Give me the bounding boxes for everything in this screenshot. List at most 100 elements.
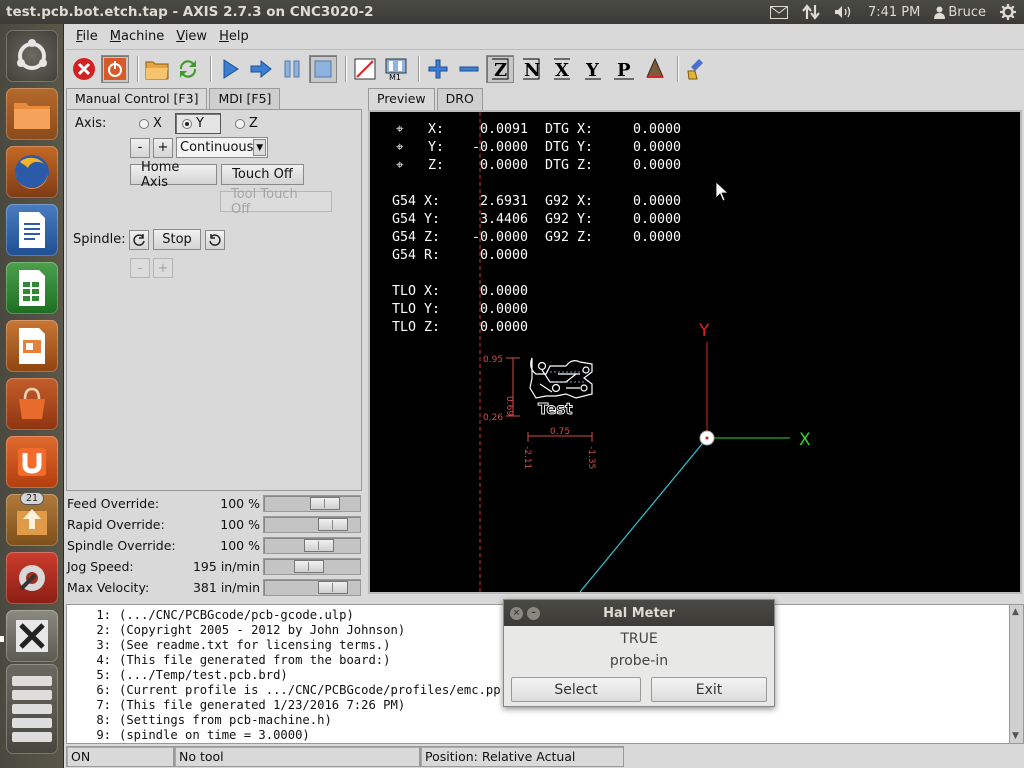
zoom-in-icon[interactable] — [424, 55, 452, 83]
homed-icon: ⌖ — [396, 122, 404, 137]
calc-icon[interactable] — [6, 262, 58, 314]
gcode-line[interactable]: 3: (See readme.txt for licensing terms.) — [67, 638, 390, 653]
dim-width-label: 0.75 — [550, 427, 570, 437]
spindle-stop-button[interactable]: Stop — [153, 229, 201, 250]
settings-icon[interactable] — [6, 552, 58, 604]
step-icon[interactable] — [247, 55, 275, 83]
touch-off-button[interactable]: Touch Off — [221, 164, 304, 185]
axis-x-radio[interactable]: X — [133, 114, 175, 133]
max-velocity: Max Velocity: 381 in/min — [66, 577, 362, 598]
files-icon[interactable] — [6, 88, 58, 140]
tool-touch-off-button[interactable]: Tool Touch Off — [220, 187, 332, 217]
software-center-icon[interactable] — [6, 378, 58, 430]
gcode-line[interactable]: 9: (spindle on time = 3.0000) — [67, 728, 309, 743]
homed-icon: ⌖ — [396, 140, 404, 155]
x-axis-label: X — [799, 430, 811, 450]
ubuntu-one-icon[interactable] — [6, 436, 58, 488]
view-x-icon[interactable]: X — [548, 55, 576, 83]
home-axis-button[interactable]: Home Axis — [130, 160, 217, 190]
hal-meter-pin: probe-in — [609, 653, 669, 669]
chevron-down-icon: ▼ — [253, 139, 266, 156]
hal-meter-titlebar[interactable]: × – Hal Meter — [504, 600, 774, 626]
tool-status: No tool — [174, 746, 420, 767]
preview-canvas[interactable]: Y X 0.95 0.26 0.69 0.75 -2.11 -1.35 Test… — [368, 110, 1022, 594]
firefox-icon[interactable] — [6, 146, 58, 198]
rapid-override-slider[interactable] — [263, 516, 361, 533]
optional-stop-icon[interactable]: M1 — [382, 55, 410, 83]
estop-button[interactable] — [70, 55, 98, 83]
impress-icon[interactable] — [6, 320, 58, 372]
view-z2-icon[interactable]: N — [517, 55, 545, 83]
view-y-icon[interactable]: Y — [579, 55, 607, 83]
feed-override-slider[interactable] — [263, 495, 361, 512]
axis-z-radio[interactable]: Z — [229, 114, 264, 133]
open-file-icon[interactable] — [143, 55, 171, 83]
exit-button[interactable]: Exit — [651, 677, 767, 702]
tab-manual-control[interactable]: Manual Control [F3] — [66, 88, 208, 111]
spindle-override-slider[interactable] — [263, 537, 361, 554]
zoom-out-icon[interactable] — [455, 55, 483, 83]
hal-meter-window: × – Hal Meter TRUE probe-in Select Exit — [503, 599, 775, 707]
user-menu[interactable]: Bruce — [934, 5, 986, 20]
jog-plus-button[interactable]: + — [153, 137, 173, 158]
svg-text:N: N — [524, 60, 540, 81]
gcode-line[interactable]: 1: (.../CNC/PCBGcode/pcb-gcode.ulp) — [67, 608, 354, 623]
dash-icon[interactable] — [6, 30, 58, 82]
scroll-down-icon[interactable]: ▼ — [1012, 731, 1019, 741]
clock[interactable]: 7:41 PM — [868, 5, 920, 20]
spindle-faster-button[interactable]: + — [153, 258, 173, 278]
scroll-up-icon[interactable]: ▲ — [1012, 607, 1019, 617]
clear-backplot-icon[interactable] — [683, 55, 711, 83]
volume-icon[interactable] — [834, 5, 854, 19]
updates-icon[interactable]: 21 — [6, 492, 58, 546]
mail-icon[interactable] — [769, 5, 788, 19]
close-icon[interactable]: × — [510, 606, 523, 620]
position-mode: Position: Relative Actual — [420, 746, 624, 767]
gcode-line[interactable]: 4: (This file generated from the board:) — [67, 653, 390, 668]
jog-speed-slider[interactable] — [263, 558, 361, 575]
gcode-line[interactable]: 6: (Current profile is .../CNC/PCBGcode/p… — [67, 683, 500, 698]
menu-view[interactable]: View — [170, 29, 213, 44]
tab-preview[interactable]: Preview — [368, 88, 435, 111]
select-button[interactable]: Select — [511, 677, 641, 702]
hal-meter-value: TRUE — [620, 631, 658, 647]
gcode-line[interactable]: 7: (This file generated 1/23/2016 7:26 PM… — [67, 698, 405, 713]
view-perspective-icon[interactable]: P — [610, 55, 638, 83]
network-icon[interactable] — [802, 4, 820, 20]
gcode-line[interactable]: 5: (.../Temp/test.pcb.brd) — [67, 668, 287, 683]
jog-increment-select[interactable]: Continuous ▼ — [176, 137, 268, 158]
minimize-icon[interactable]: – — [527, 606, 540, 620]
dim-top-label: 0.95 — [483, 355, 503, 365]
max-velocity-slider[interactable] — [263, 579, 361, 596]
tab-dro[interactable]: DRO — [436, 88, 483, 110]
pause-icon[interactable] — [278, 55, 306, 83]
menu-help[interactable]: Help — [213, 29, 255, 44]
menu-machine[interactable]: Machine — [104, 29, 170, 44]
axis-y-radio[interactable]: Y — [175, 113, 221, 134]
axis-icon[interactable] — [6, 610, 58, 662]
spindle-forward-button[interactable] — [205, 229, 225, 250]
tab-mdi[interactable]: MDI [F5] — [209, 88, 281, 110]
gcode-scrollbar[interactable]: ▲ ▼ — [1009, 605, 1023, 743]
writer-icon[interactable] — [6, 204, 58, 256]
gear-icon[interactable] — [1000, 4, 1016, 20]
reload-icon[interactable] — [174, 55, 202, 83]
stop-icon[interactable] — [309, 55, 337, 83]
spindle-reverse-button[interactable] — [129, 229, 149, 250]
feed-override: Feed Override: 100 % — [66, 493, 362, 514]
workspaces-icon[interactable] — [6, 664, 58, 754]
power-button[interactable] — [101, 55, 129, 83]
rotate-ccw-icon — [133, 233, 145, 246]
run-program-icon[interactable] — [216, 55, 244, 83]
rotate-view-icon[interactable] — [641, 55, 669, 83]
rotate-cw-icon — [209, 233, 221, 246]
spindle-slower-button[interactable]: - — [130, 258, 150, 278]
menu-file[interactable]: File — [70, 29, 104, 44]
menubar: File Machine View Help — [66, 24, 1024, 50]
block-delete-icon[interactable] — [351, 55, 379, 83]
view-z-icon[interactable]: Z — [486, 55, 514, 83]
y-axis-label: Y — [698, 321, 710, 341]
gcode-line[interactable]: 8: (Settings from pcb-machine.h) — [67, 713, 331, 728]
gcode-line[interactable]: 2: (Copyright 2005 - 2012 by John Johnson… — [67, 623, 405, 638]
jog-minus-button[interactable]: - — [130, 137, 150, 158]
